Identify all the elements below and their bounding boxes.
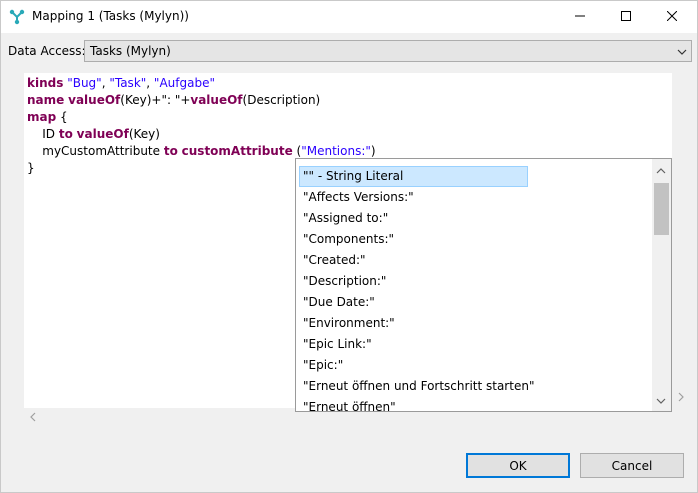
code-token: } xyxy=(27,161,35,175)
code-token: valueOf xyxy=(68,93,121,107)
data-access-label: Data Access: xyxy=(8,44,86,58)
completion-item[interactable]: "Components:" xyxy=(299,229,394,250)
data-access-select[interactable]: Tasks (Mylyn) xyxy=(84,40,692,62)
maximize-button[interactable] xyxy=(603,1,649,33)
completion-item[interactable]: "Created:" xyxy=(299,250,366,271)
mapping-dialog: Mapping 1 (Tasks (Mylyn)) Data Access: T… xyxy=(0,0,698,493)
scroll-left-icon[interactable] xyxy=(29,411,37,422)
cancel-button[interactable]: Cancel xyxy=(580,453,684,478)
code-token: "Task" xyxy=(109,76,147,90)
code-line: name valueOf(Key)+": "+valueOf(Descripti… xyxy=(27,92,376,109)
completion-item[interactable]: "Description:" xyxy=(299,271,386,292)
completion-item[interactable]: "Affects Versions:" xyxy=(299,187,414,208)
title-bar[interactable]: Mapping 1 (Tasks (Mylyn)) xyxy=(1,1,697,33)
completion-item[interactable]: "Due Date:" xyxy=(299,292,375,313)
code-token: valueOf xyxy=(76,127,129,141)
code-token: (Description) xyxy=(242,93,321,107)
minimize-icon xyxy=(575,10,585,24)
completion-item[interactable]: "Erneut öffnen und Fortschritt starten" xyxy=(299,376,534,397)
scroll-down-icon[interactable] xyxy=(656,395,666,405)
minimize-button[interactable] xyxy=(557,1,603,33)
branch-connector-icon xyxy=(9,9,25,25)
code-token: "Aufgabe" xyxy=(153,76,215,90)
code-token: (Key)+": "+ xyxy=(120,93,191,107)
completion-item[interactable]: "Environment:" xyxy=(299,313,395,334)
code-line: ID to valueOf(Key) xyxy=(27,126,376,143)
popup-scrollbar[interactable] xyxy=(652,159,671,411)
code-token: name xyxy=(27,93,65,107)
code-token: valueOf xyxy=(190,93,243,107)
code-token: map xyxy=(27,110,57,124)
completion-item[interactable]: "Erneut öffnen" xyxy=(299,397,396,411)
window-title: Mapping 1 (Tasks (Mylyn)) xyxy=(32,9,189,23)
code-token: to xyxy=(163,144,178,158)
code-token: myCustomAttribute xyxy=(27,144,164,158)
scroll-up-icon[interactable] xyxy=(656,165,666,175)
chevron-down-icon xyxy=(677,46,687,56)
code-token: ( xyxy=(292,144,302,158)
completion-item[interactable]: "" - String Literal xyxy=(299,166,528,187)
code-token: ) xyxy=(370,144,376,158)
close-icon xyxy=(666,10,678,24)
code-line: map { xyxy=(27,109,376,126)
code-token: { xyxy=(56,110,68,124)
ok-button[interactable]: OK xyxy=(466,453,570,478)
code-line: kinds "Bug", "Task", "Aufgabe" xyxy=(27,75,376,92)
data-access-value: Tasks (Mylyn) xyxy=(90,44,171,58)
code-token: kinds xyxy=(27,76,64,90)
maximize-icon xyxy=(621,10,631,24)
code-token: ID xyxy=(27,127,59,141)
scroll-right-icon[interactable] xyxy=(676,391,686,402)
completion-item[interactable]: "Epic Link:" xyxy=(299,334,372,355)
code-token: customAttribute xyxy=(181,144,293,158)
code-token: "Mentions:" xyxy=(301,144,371,158)
code-token: , xyxy=(146,76,154,90)
code-token: (Key) xyxy=(128,127,160,141)
content-assist-popup[interactable]: "" - String Literal "Affects Versions:" "A… xyxy=(295,158,672,412)
code-token: "Bug" xyxy=(67,76,102,90)
scroll-thumb[interactable] xyxy=(654,183,669,235)
completion-item[interactable]: "Epic:" xyxy=(299,355,343,376)
content-assist-list[interactable]: "" - String Literal "Affects Versions:" "A… xyxy=(296,159,651,411)
close-button[interactable] xyxy=(649,1,695,33)
code-token: to xyxy=(58,127,73,141)
completion-item[interactable]: "Assigned to:" xyxy=(299,208,388,229)
